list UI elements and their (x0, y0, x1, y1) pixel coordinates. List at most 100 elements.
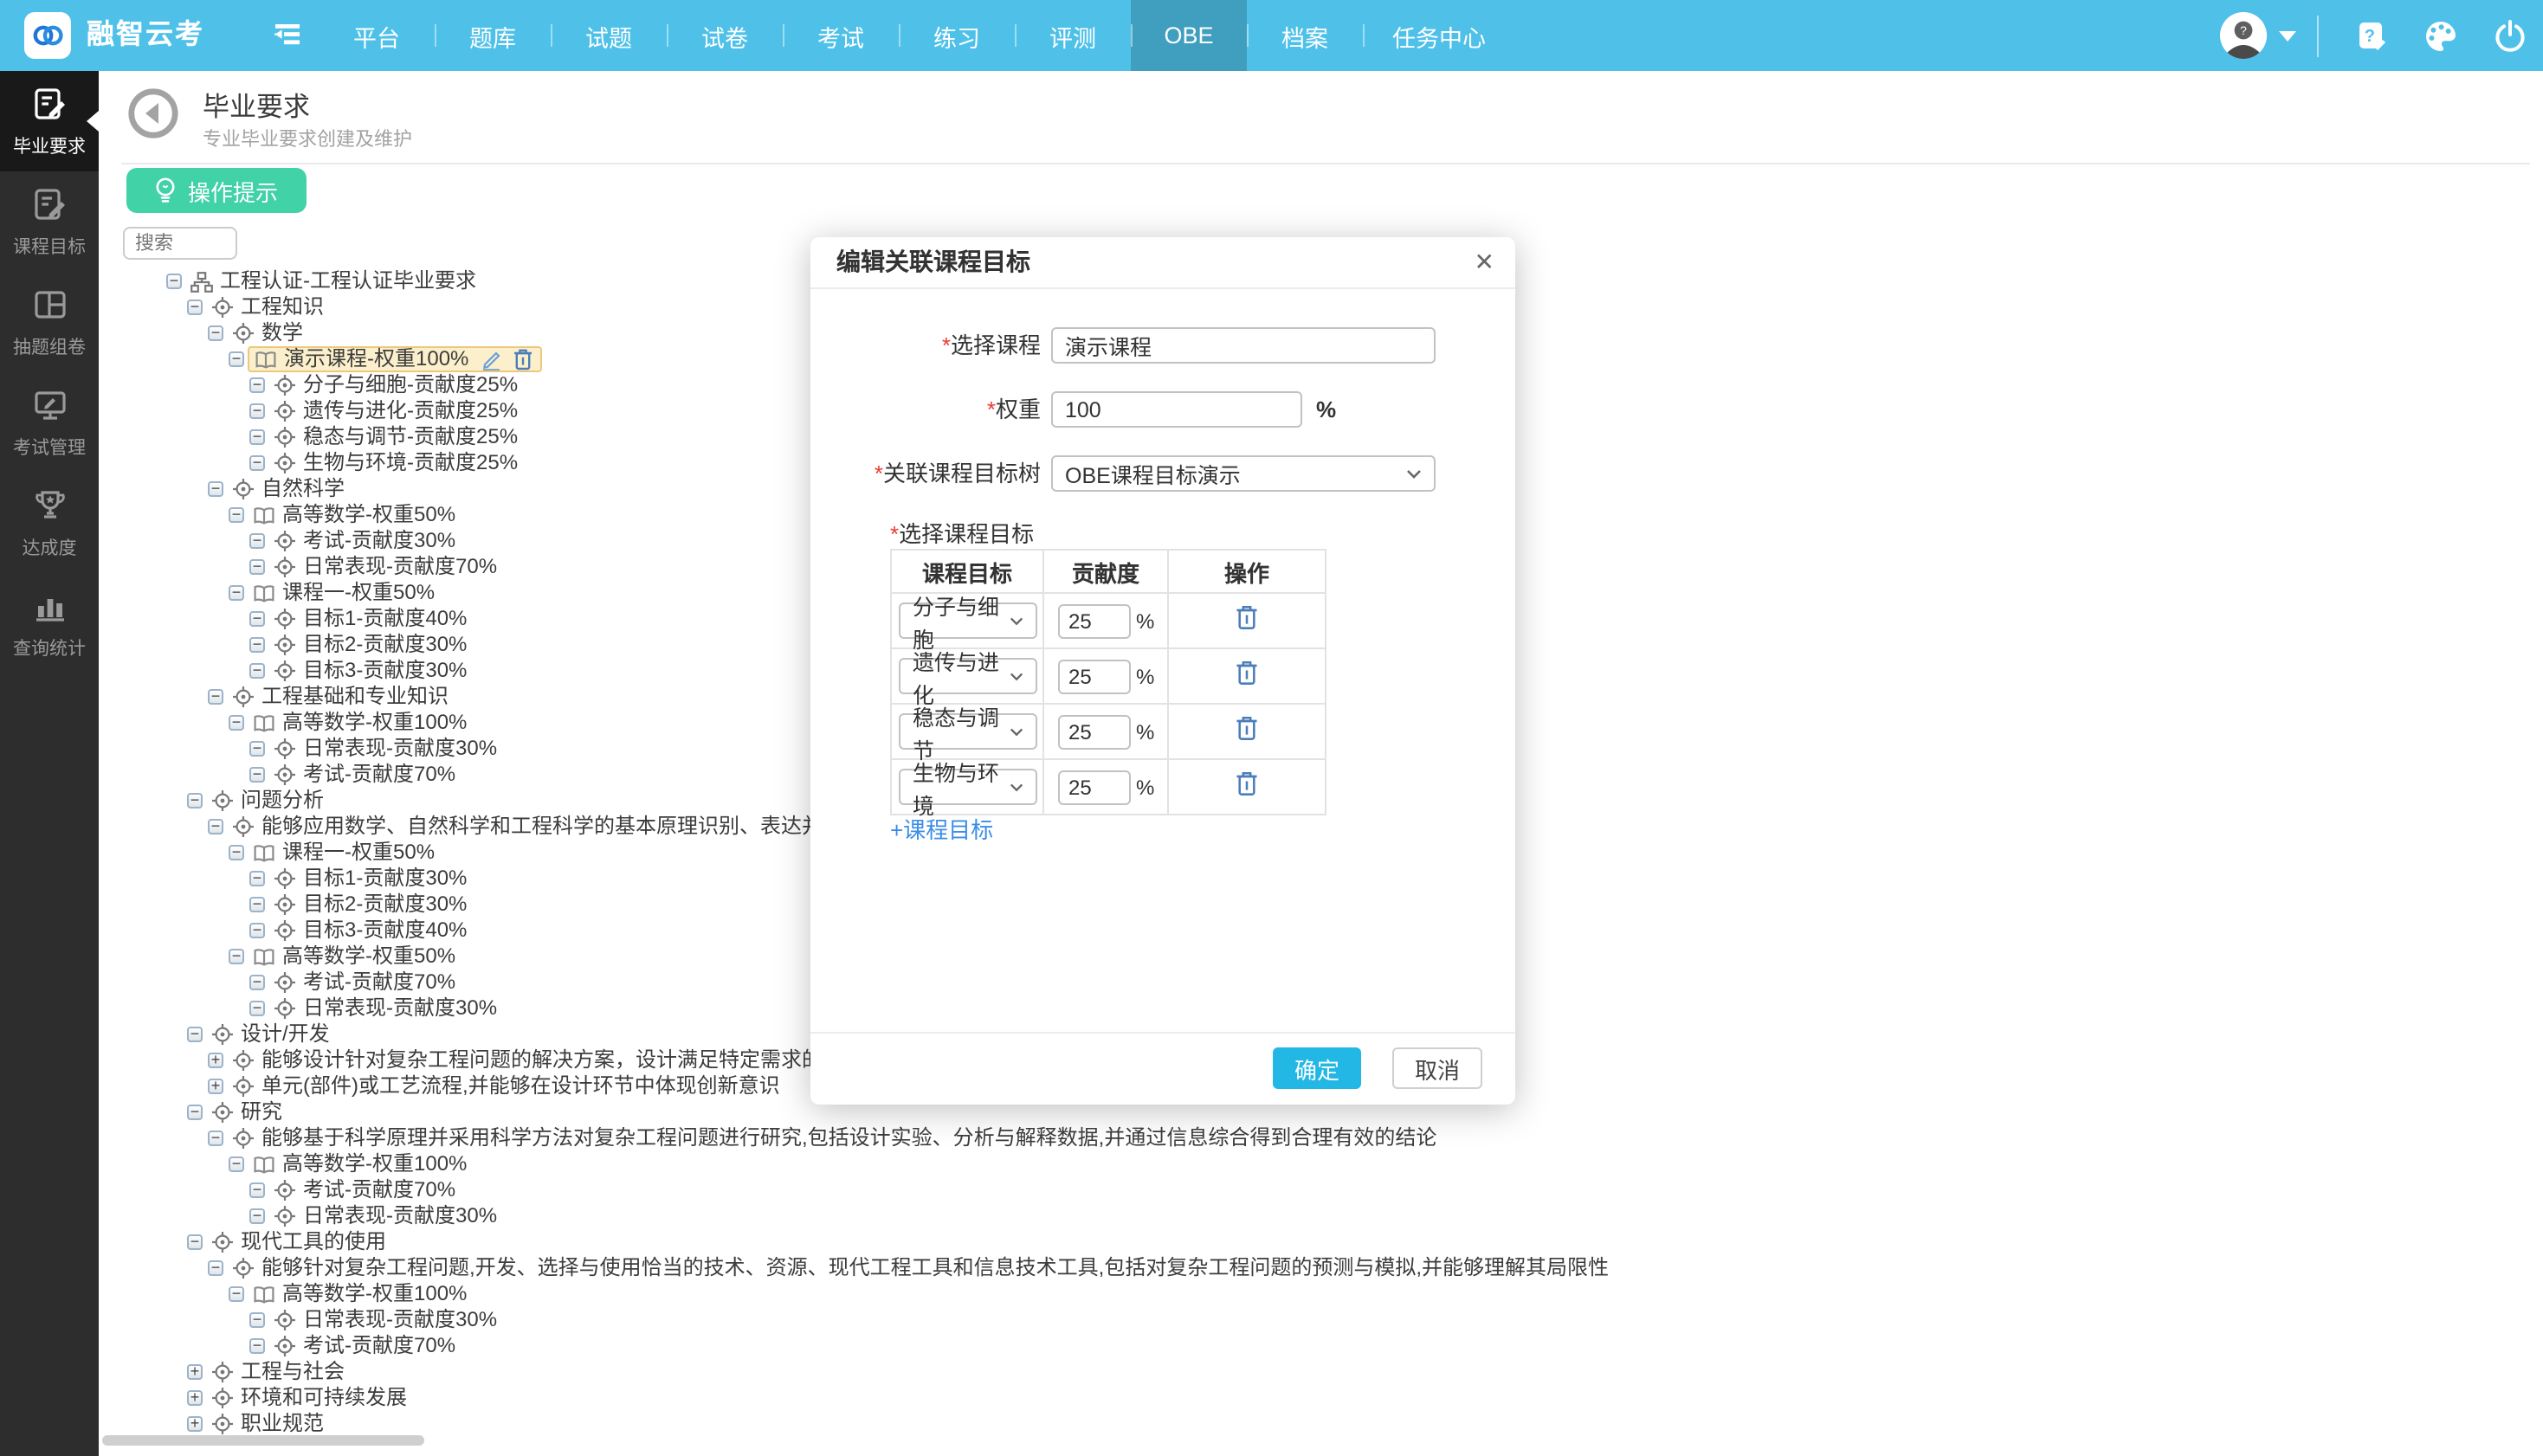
collapse-toggle[interactable]: − (249, 403, 265, 419)
collapse-toggle[interactable]: − (166, 274, 182, 289)
tree-node-label[interactable]: 考试-贡献度70% (303, 1177, 455, 1203)
objective-select[interactable]: 生物与环境 (899, 769, 1037, 805)
nav-item-练习[interactable]: 练习 (899, 0, 1015, 71)
collapse-toggle[interactable]: − (249, 611, 265, 627)
edit-icon[interactable] (479, 348, 501, 370)
collapse-toggle[interactable]: − (187, 1234, 203, 1250)
tree-node-label[interactable]: 课程一-权重50% (282, 840, 435, 866)
collapse-toggle[interactable]: − (249, 871, 265, 886)
tree-node-label[interactable]: 日常表现-贡献度30% (303, 1203, 497, 1229)
help-icon[interactable]: ? (2336, 0, 2405, 71)
add-objective-link[interactable]: +课程目标 (890, 812, 993, 845)
trash-icon[interactable] (1235, 714, 1259, 749)
collapse-toggle[interactable]: − (229, 845, 244, 860)
tree-node-label[interactable]: 能够针对复杂工程问题,开发、选择与使用恰当的技术、资源、现代工程工具和信息技术工… (261, 1255, 1609, 1281)
tree-node-label[interactable]: 单元(部件)或工艺流程,并能够在设计环节中体现创新意识 (261, 1073, 780, 1099)
trash-icon[interactable] (1235, 770, 1259, 804)
course-input[interactable] (1051, 327, 1436, 364)
tree-node-label[interactable]: 目标3-贡献度40% (303, 918, 467, 944)
weight-input[interactable] (1051, 391, 1302, 428)
collapse-toggle[interactable]: − (229, 585, 244, 601)
tree-node-label[interactable]: 问题分析 (241, 788, 324, 814)
sidebar-item-课程目标[interactable]: 课程目标 (0, 171, 99, 272)
trash-icon[interactable] (512, 348, 532, 370)
collapse-toggle[interactable]: − (249, 1182, 265, 1198)
selected-tree-node[interactable]: 演示课程-权重100% (248, 346, 541, 372)
avatar[interactable]: ? (2220, 12, 2267, 59)
collapse-toggle[interactable]: − (208, 325, 223, 341)
expand-toggle[interactable]: + (187, 1416, 203, 1432)
collapse-toggle[interactable]: − (249, 559, 265, 575)
trash-icon[interactable] (1235, 603, 1259, 638)
tree-node-label[interactable]: 自然科学 (261, 476, 345, 502)
nav-item-OBE[interactable]: OBE (1131, 0, 1247, 71)
tree-node-label[interactable]: 稳态与调节-贡献度25% (303, 424, 518, 450)
contribution-input[interactable] (1058, 659, 1131, 693)
tree-node-label[interactable]: 课程一-权重50% (282, 580, 435, 606)
collapse-toggle[interactable]: − (249, 533, 265, 549)
collapse-toggle[interactable]: − (249, 1208, 265, 1224)
collapse-toggle[interactable]: − (187, 1027, 203, 1042)
tree-node-label[interactable]: 工程知识 (241, 294, 324, 320)
collapse-toggle[interactable]: − (249, 455, 265, 471)
nav-item-题库[interactable]: 题库 (435, 0, 551, 71)
collapse-toggle[interactable]: − (249, 975, 265, 990)
expand-toggle[interactable]: + (187, 1364, 203, 1380)
tree-node-label[interactable]: 遗传与进化-贡献度25% (303, 398, 518, 424)
tree-node-label[interactable]: 工程基础和专业知识 (261, 684, 449, 710)
tree-node-label[interactable]: 目标2-贡献度30% (303, 892, 467, 918)
palette-icon[interactable] (2405, 0, 2475, 71)
collapse-toggle[interactable]: − (249, 1001, 265, 1016)
power-icon[interactable] (2475, 0, 2543, 71)
tree-node-label[interactable]: 目标1-贡献度30% (303, 866, 467, 892)
collapse-toggle[interactable]: − (187, 300, 203, 315)
tree-node-label[interactable]: 工程与社会 (241, 1359, 345, 1385)
contribution-input[interactable] (1058, 714, 1131, 749)
tree-node-label[interactable]: 分子与细胞-贡献度25% (303, 372, 518, 398)
tree-node-label[interactable]: 设计/开发 (241, 1021, 330, 1047)
nav-item-评测[interactable]: 评测 (1015, 0, 1131, 71)
tree-node-label[interactable]: 现代工具的使用 (241, 1229, 386, 1255)
collapse-toggle[interactable]: − (187, 1105, 203, 1120)
collapse-menu-icon[interactable] (270, 19, 305, 59)
ok-button[interactable]: 确定 (1273, 1047, 1361, 1089)
tree-node-label[interactable]: 数学 (261, 320, 303, 346)
sidebar-item-抽题组卷[interactable]: 抽题组卷 (0, 272, 99, 372)
collapse-toggle[interactable]: − (208, 1131, 223, 1146)
tree-node-label[interactable]: 目标1-贡献度40% (303, 606, 467, 632)
tree-node-label[interactable]: 考试-贡献度70% (303, 762, 455, 788)
sidebar-item-毕业要求[interactable]: 毕业要求 (0, 71, 99, 171)
collapse-toggle[interactable]: − (249, 1312, 265, 1328)
nav-item-任务中心[interactable]: 任务中心 (1363, 0, 1515, 71)
expand-toggle[interactable]: + (208, 1053, 223, 1068)
tips-button[interactable]: 操作提示 (126, 168, 307, 213)
back-button[interactable] (128, 88, 178, 139)
nav-item-考试[interactable]: 考试 (783, 0, 899, 71)
contribution-input[interactable] (1058, 770, 1131, 804)
collapse-toggle[interactable]: − (229, 351, 244, 367)
tree-node-label[interactable]: 日常表现-贡献度30% (303, 1307, 497, 1333)
tree-node-label[interactable]: 日常表现-贡献度70% (303, 554, 497, 580)
nav-item-试题[interactable]: 试题 (551, 0, 667, 71)
collapse-toggle[interactable]: − (249, 741, 265, 757)
nav-item-试卷[interactable]: 试卷 (667, 0, 783, 71)
trash-icon[interactable] (1235, 659, 1259, 693)
sidebar-item-查询统计[interactable]: 查询统计 (0, 573, 99, 673)
tree-node-label[interactable]: 考试-贡献度70% (303, 970, 455, 995)
close-icon[interactable]: ✕ (1475, 237, 1494, 287)
sidebar-item-考试管理[interactable]: 考试管理 (0, 372, 99, 473)
collapse-toggle[interactable]: − (208, 1260, 223, 1276)
collapse-toggle[interactable]: − (187, 793, 203, 809)
tree-node-label[interactable]: 能够基于科学原理并采用科学方法对复杂工程问题进行研究,包括设计实验、分析与解释数… (261, 1125, 1436, 1151)
chevron-down-icon[interactable] (2279, 30, 2296, 41)
tree-node-label[interactable]: 高等数学-权重50% (282, 944, 455, 970)
tree-node-label[interactable]: 工程认证-工程认证毕业要求 (220, 268, 476, 294)
collapse-toggle[interactable]: − (249, 923, 265, 938)
tree-node-label[interactable]: 日常表现-贡献度30% (303, 995, 497, 1021)
collapse-toggle[interactable]: − (229, 1286, 244, 1302)
tree-node-label[interactable]: 环境和可持续发展 (241, 1385, 407, 1411)
collapse-toggle[interactable]: − (229, 715, 244, 731)
tree-node-label[interactable]: 能够设计针对复杂工程问题的解决方案，设计满足特定需求的系统 (261, 1047, 864, 1073)
collapse-toggle[interactable]: − (249, 767, 265, 783)
tree-node-label[interactable]: 考试-贡献度70% (303, 1333, 455, 1359)
